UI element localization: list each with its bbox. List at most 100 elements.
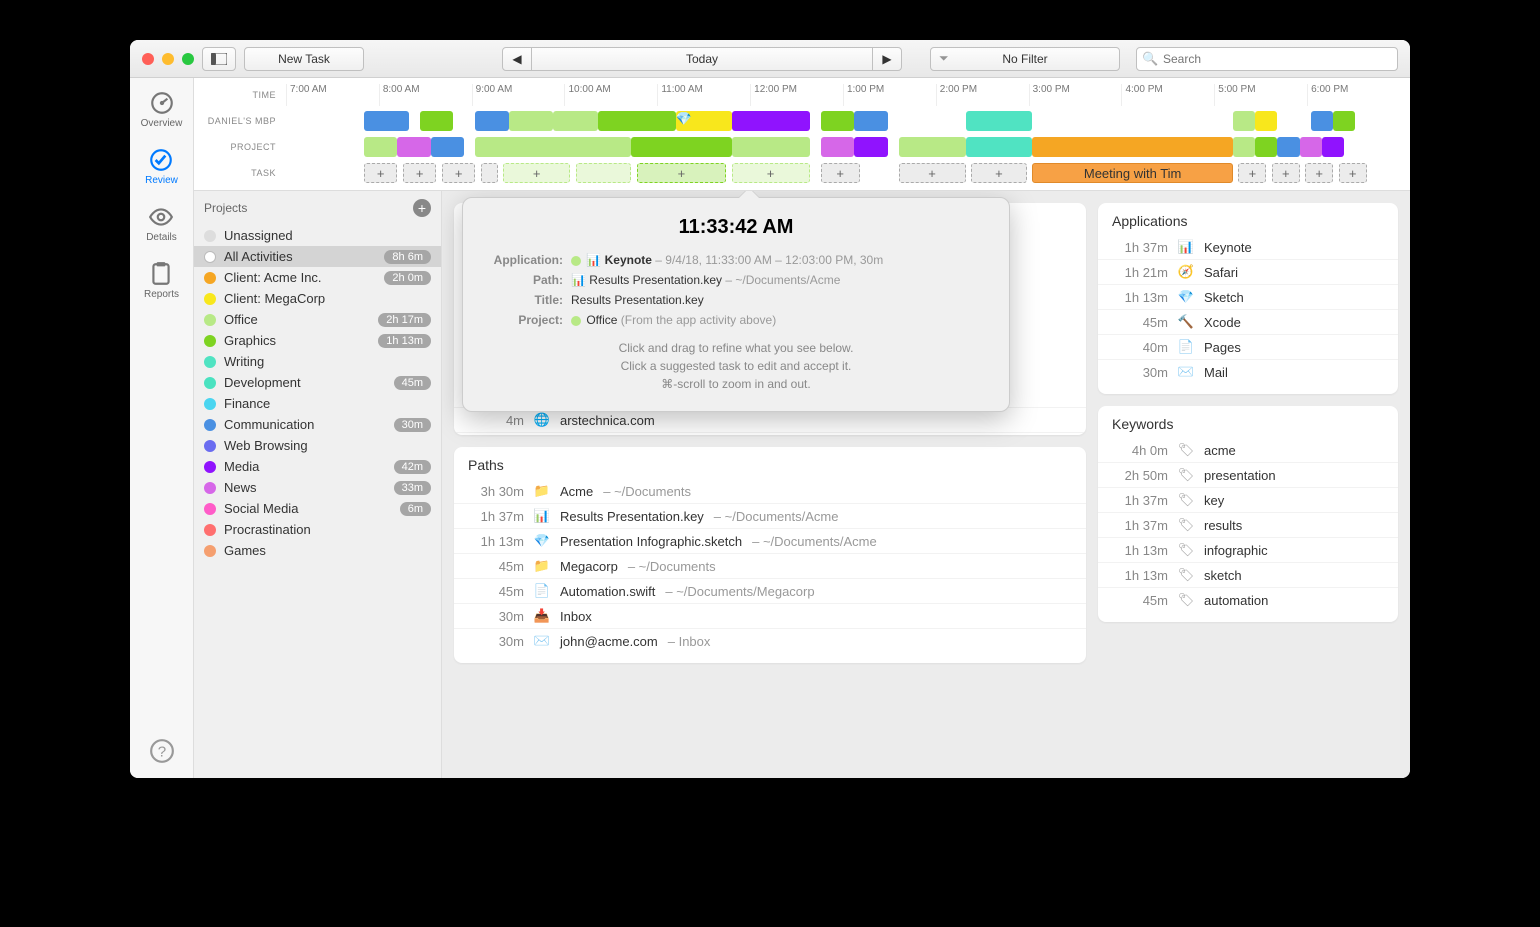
project-color-dot xyxy=(204,482,216,494)
project-item[interactable]: Communication30m xyxy=(194,414,441,435)
minimize-icon[interactable] xyxy=(162,53,174,65)
path-location: – ~/Documents/Acme xyxy=(714,509,839,524)
traffic-lights xyxy=(142,53,194,65)
popover-time: 11:33:42 AM xyxy=(485,216,987,239)
project-name: Games xyxy=(224,543,431,558)
project-color-dot xyxy=(204,251,216,263)
new-task-button[interactable]: New Task xyxy=(244,47,364,71)
project-item[interactable]: Writing xyxy=(194,351,441,372)
project-item[interactable]: Finance xyxy=(194,393,441,414)
project-item[interactable]: Development45m xyxy=(194,372,441,393)
app-duration: 40m xyxy=(1112,340,1168,355)
keyword-duration: 4h 0m xyxy=(1112,443,1168,458)
path-row[interactable]: 1h 37m📊Results Presentation.key – ~/Docu… xyxy=(454,503,1086,528)
sidebar-reports-label: Reports xyxy=(144,289,179,300)
eye-icon xyxy=(148,204,174,230)
keyword-row[interactable]: 1h 13m🏷sketch xyxy=(1098,562,1398,587)
project-item[interactable]: Client: MegaCorp xyxy=(194,288,441,309)
path-duration: 1h 13m xyxy=(468,534,524,549)
project-color-dot xyxy=(204,524,216,536)
project-item[interactable]: Games xyxy=(194,540,441,561)
date-next-button[interactable]: ▶ xyxy=(872,47,902,71)
application-row[interactable]: 1h 21m🧭Safari xyxy=(1098,259,1398,284)
date-today-button[interactable]: Today xyxy=(532,47,872,71)
zoom-icon[interactable] xyxy=(182,53,194,65)
timeline-hour: 8:00 AM xyxy=(379,84,472,106)
date-prev-button[interactable]: ◀ xyxy=(502,47,532,71)
timeline-device-track[interactable]: 💎 xyxy=(286,110,1400,132)
keyword-duration: 1h 13m xyxy=(1112,543,1168,558)
keyword-row[interactable]: 1h 37m🏷key xyxy=(1098,487,1398,512)
project-item[interactable]: News33m xyxy=(194,477,441,498)
search-field[interactable]: 🔍 xyxy=(1136,47,1398,71)
application-row[interactable]: 1h 13m💎Sketch xyxy=(1098,284,1398,309)
project-item[interactable]: Unassigned xyxy=(194,225,441,246)
timeline[interactable]: TIME 7:00 AM8:00 AM9:00 AM10:00 AM11:00 … xyxy=(194,78,1410,191)
application-row[interactable]: 40m📄Pages xyxy=(1098,334,1398,359)
filter-button[interactable]: ⏷ No Filter xyxy=(930,47,1120,71)
website-row[interactable]: 3m🌐facebook.com xyxy=(454,432,1086,435)
path-row[interactable]: 3h 30m📁Acme – ~/Documents xyxy=(454,479,1086,503)
project-item[interactable]: Office2h 17m xyxy=(194,309,441,330)
help-icon: ? xyxy=(149,738,175,764)
project-duration-badge: 30m xyxy=(394,418,431,432)
project-item[interactable]: Client: Acme Inc.2h 0m xyxy=(194,267,441,288)
project-item[interactable]: All Activities8h 6m xyxy=(194,246,441,267)
path-location: – Inbox xyxy=(668,634,711,649)
project-item[interactable]: Procrastination xyxy=(194,519,441,540)
sidebar-overview[interactable]: Overview xyxy=(141,90,183,129)
paths-title: Paths xyxy=(454,457,1086,479)
project-name: News xyxy=(224,480,386,495)
keyword-name: presentation xyxy=(1204,468,1276,483)
path-row[interactable]: 45m📄Automation.swift – ~/Documents/Megac… xyxy=(454,578,1086,603)
sidebar-details[interactable]: Details xyxy=(146,204,177,243)
check-icon xyxy=(148,147,174,173)
search-input[interactable] xyxy=(1136,47,1398,71)
project-item[interactable]: Graphics1h 13m xyxy=(194,330,441,351)
keyword-row[interactable]: 1h 37m🏷results xyxy=(1098,512,1398,537)
app-duration: 1h 21m xyxy=(1112,265,1168,280)
timeline-project-track[interactable] xyxy=(286,136,1400,158)
timeline-task-track[interactable]: + + + + + + + + + Meeting with Tim + + xyxy=(286,162,1400,184)
toggle-sidebar-button[interactable] xyxy=(202,47,236,71)
path-name: Acme xyxy=(560,484,593,499)
close-icon[interactable] xyxy=(142,53,154,65)
project-item[interactable]: Web Browsing xyxy=(194,435,441,456)
timeline-hour: 6:00 PM xyxy=(1307,84,1400,106)
tag-icon: 🏷 xyxy=(1178,467,1194,483)
application-row[interactable]: 45m🔨Xcode xyxy=(1098,309,1398,334)
keyword-row[interactable]: 1h 13m🏷infographic xyxy=(1098,537,1398,562)
keyword-row[interactable]: 45m🏷automation xyxy=(1098,587,1398,612)
path-row[interactable]: 1h 13m💎Presentation Infographic.sketch –… xyxy=(454,528,1086,553)
sidebar-reports[interactable]: Reports xyxy=(144,261,179,300)
svg-text:?: ? xyxy=(157,743,165,760)
keyword-row[interactable]: 2h 50m🏷presentation xyxy=(1098,462,1398,487)
add-project-button[interactable]: + xyxy=(413,199,431,217)
application-row[interactable]: 1h 37m📊Keynote xyxy=(1098,235,1398,259)
app-icon: 🧭 xyxy=(1178,264,1194,280)
project-item[interactable]: Social Media6m xyxy=(194,498,441,519)
path-name: Megacorp xyxy=(560,559,618,574)
sidebar-details-label: Details xyxy=(146,232,177,243)
date-nav: ◀ Today ▶ xyxy=(502,47,902,71)
project-item[interactable]: Media42m xyxy=(194,456,441,477)
project-name: Web Browsing xyxy=(224,438,431,453)
application-row[interactable]: 30m✉️Mail xyxy=(1098,359,1398,384)
sidebar-review[interactable]: Review xyxy=(145,147,178,186)
path-row[interactable]: 45m📁Megacorp – ~/Documents xyxy=(454,553,1086,578)
path-row[interactable]: 30m✉️john@acme.com – Inbox xyxy=(454,628,1086,653)
file-icon: 📁 xyxy=(534,483,550,499)
help-button[interactable]: ? xyxy=(149,738,175,764)
project-duration-badge: 2h 17m xyxy=(378,313,431,327)
keyword-row[interactable]: 4h 0m🏷acme xyxy=(1098,438,1398,462)
sidebar-overview-label: Overview xyxy=(141,118,183,129)
timeline-hour: 1:00 PM xyxy=(843,84,936,106)
project-color-dot xyxy=(204,293,216,305)
timeline-hour: 4:00 PM xyxy=(1121,84,1214,106)
keyword-name: results xyxy=(1204,518,1242,533)
timeline-hour: 3:00 PM xyxy=(1029,84,1122,106)
file-icon: 📥 xyxy=(534,608,550,624)
project-name: Development xyxy=(224,375,386,390)
path-row[interactable]: 30m📥Inbox xyxy=(454,603,1086,628)
project-name: Social Media xyxy=(224,501,392,516)
